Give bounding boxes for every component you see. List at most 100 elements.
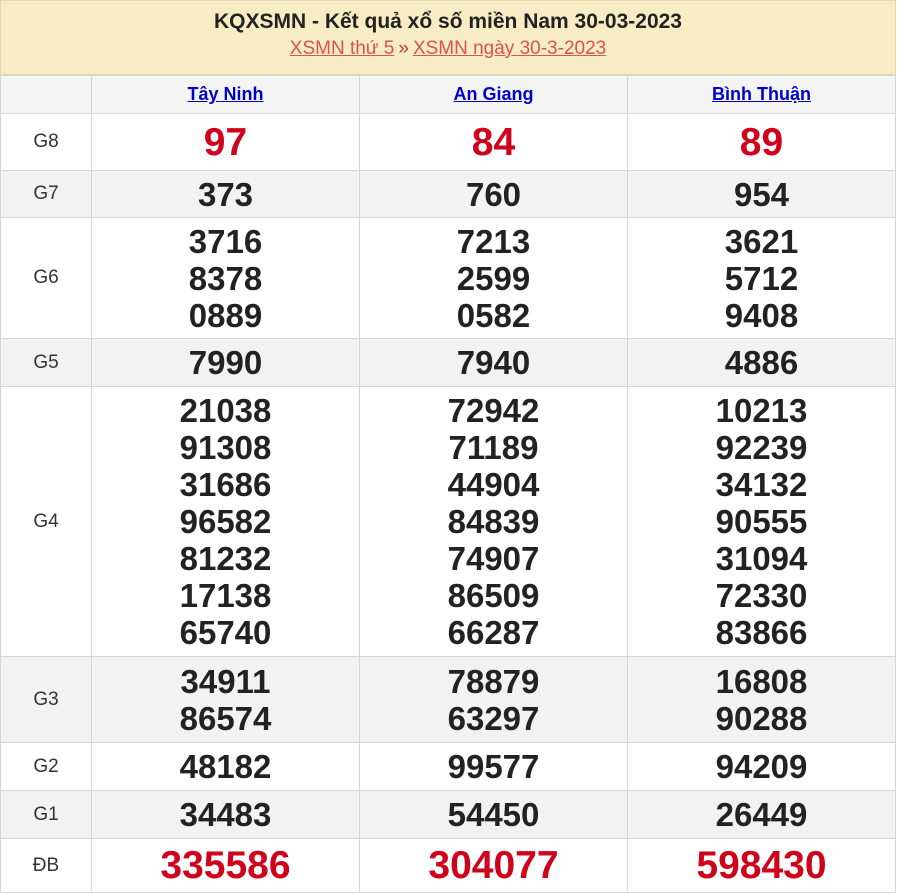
- result-number: 84839: [447, 503, 540, 540]
- result-number: 21038: [179, 392, 272, 429]
- result-cell: 16808 90288: [627, 656, 896, 743]
- prize-label: G8: [0, 113, 92, 171]
- table-header-row: Tây Ninh An Giang Bình Thuận: [0, 75, 896, 114]
- result-cell: 99577: [359, 742, 628, 791]
- result-number: 17138: [179, 577, 272, 614]
- result-number: 44904: [447, 466, 540, 503]
- prize-row: ĐB 335586 304077 598430: [0, 838, 896, 893]
- result-number: 65740: [179, 614, 272, 651]
- result-number: 4886: [724, 344, 799, 381]
- result-number: 66287: [447, 614, 540, 651]
- result-number: 92239: [715, 429, 808, 466]
- result-number: 63297: [447, 699, 540, 737]
- province-link-tay-ninh[interactable]: Tây Ninh: [187, 84, 263, 104]
- results-panel: KQXSMN - Kết quả xổ số miền Nam 30-03-20…: [0, 0, 896, 893]
- result-number: 34911: [180, 662, 271, 700]
- result-cell: 97: [91, 113, 360, 171]
- prize-row: G2 48182 99577 94209: [0, 742, 896, 791]
- prize-label: G3: [0, 656, 92, 743]
- prize-label: G7: [0, 170, 92, 218]
- result-number: 31686: [179, 466, 272, 503]
- result-cell: 4886: [627, 338, 896, 387]
- result-number: 2599: [456, 259, 531, 297]
- prize-row: G3 34911 86574 78879 63297 16808 90288: [0, 656, 896, 743]
- breadcrumb-link-date[interactable]: XSMN ngày 30-3-2023: [413, 38, 606, 59]
- result-cell: 21038 91308 31686 96582 81232 17138 65740: [91, 386, 360, 657]
- result-number: 760: [465, 175, 522, 213]
- result-number: 373: [197, 175, 254, 213]
- result-cell: 760: [359, 170, 628, 218]
- breadcrumb-link-weekday[interactable]: XSMN thứ 5: [290, 38, 395, 59]
- result-number: 7213: [456, 222, 531, 260]
- result-number: 598430: [696, 844, 827, 887]
- result-cell: 84: [359, 113, 628, 171]
- prize-row: G8 97 84 89: [0, 113, 896, 171]
- result-cell: 598430: [627, 838, 896, 893]
- result-cell: 34911 86574: [91, 656, 360, 743]
- result-number: 304077: [428, 844, 559, 887]
- prize-label: G4: [0, 386, 92, 657]
- result-cell: 72942 71189 44904 84839 74907 86509 66287: [359, 386, 628, 657]
- result-number: 96582: [179, 503, 272, 540]
- result-number: 954: [733, 175, 790, 213]
- result-number: 10213: [715, 392, 808, 429]
- prize-row: G6 3716 8378 0889 7213 2599 0582 3621 5712 9408: [0, 217, 896, 339]
- prize-row: G1 34483 54450 26449: [0, 790, 896, 839]
- province-link-an-giang[interactable]: An Giang: [454, 84, 534, 104]
- province-link-binh-thuan[interactable]: Bình Thuận: [712, 84, 811, 104]
- result-number: 31094: [715, 540, 808, 577]
- result-number: 74907: [447, 540, 540, 577]
- result-cell: 7213 2599 0582: [359, 217, 628, 339]
- province-header: Bình Thuận: [627, 75, 896, 114]
- result-number: 84: [471, 120, 516, 164]
- prize-label: G6: [0, 217, 92, 339]
- result-number: 9408: [724, 296, 799, 334]
- result-cell: 26449: [627, 790, 896, 839]
- result-number: 34483: [179, 796, 272, 833]
- result-number: 89: [739, 120, 784, 164]
- result-number: 335586: [160, 844, 291, 887]
- result-number: 54450: [447, 796, 540, 833]
- result-number: 16808: [715, 662, 808, 700]
- result-number: 94209: [715, 748, 808, 785]
- result-number: 3621: [724, 222, 799, 260]
- result-number: 34132: [715, 466, 808, 503]
- result-cell: 3621 5712 9408: [627, 217, 896, 339]
- result-number: 72330: [715, 577, 808, 614]
- result-cell: 954: [627, 170, 896, 218]
- result-number: 5712: [724, 259, 799, 297]
- result-cell: 335586: [91, 838, 360, 893]
- results-table: Tây Ninh An Giang Bình Thuận G8 97 84 89 G7 3…: [0, 75, 896, 893]
- prize-label: G2: [0, 742, 92, 791]
- prize-label: G1: [0, 790, 92, 839]
- result-number: 91308: [179, 429, 272, 466]
- result-cell: 78879 63297: [359, 656, 628, 743]
- prize-row: G7 373 760 954: [0, 170, 896, 218]
- result-cell: 304077: [359, 838, 628, 893]
- page-title: KQXSMN - Kết quả xổ số miền Nam 30-03-20…: [214, 10, 682, 33]
- result-cell: 89: [627, 113, 896, 171]
- result-cell: 94209: [627, 742, 896, 791]
- prize-label: G5: [0, 338, 92, 387]
- result-cell: 10213 92239 34132 90555 31094 72330 83866: [627, 386, 896, 657]
- province-header: Tây Ninh: [91, 75, 360, 114]
- result-number: 86509: [447, 577, 540, 614]
- result-number: 78879: [447, 662, 540, 700]
- result-number: 71189: [448, 429, 539, 466]
- result-number: 72942: [447, 392, 540, 429]
- result-number: 0582: [456, 296, 531, 334]
- result-number: 99577: [447, 748, 540, 785]
- result-number: 26449: [715, 796, 808, 833]
- result-number: 7940: [456, 344, 531, 381]
- result-cell: 3716 8378 0889: [91, 217, 360, 339]
- result-cell: 373: [91, 170, 360, 218]
- corner-cell: [0, 75, 92, 114]
- breadcrumb-separator: »: [398, 38, 409, 59]
- result-number: 86574: [179, 699, 272, 737]
- result-number: 90555: [715, 503, 808, 540]
- result-number: 8378: [188, 259, 263, 297]
- result-number: 7990: [188, 344, 263, 381]
- result-number: 0889: [188, 296, 263, 334]
- result-cell: 34483: [91, 790, 360, 839]
- results-header: KQXSMN - Kết quả xổ số miền Nam 30-03-20…: [0, 0, 896, 75]
